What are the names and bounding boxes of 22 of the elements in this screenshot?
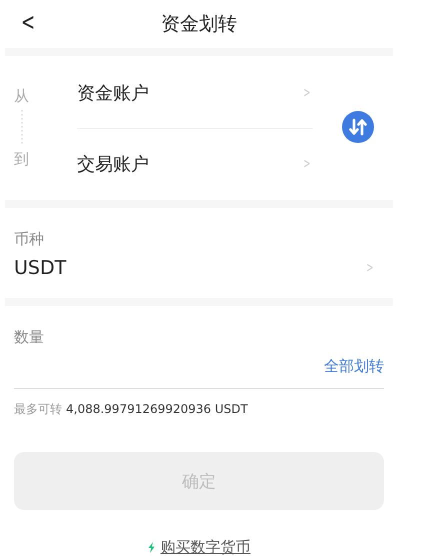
to-label: 到: [14, 150, 29, 169]
chevron-icon: >: [366, 260, 374, 276]
max-value: 4,088.99791269920936 USDT: [66, 402, 248, 416]
max-label: 最多可转: [14, 402, 62, 416]
chevron-icon: >: [304, 156, 311, 172]
buy-crypto-link[interactable]: 购买数字货币: [160, 538, 250, 557]
account-row[interactable]: 交易账户 >: [77, 128, 313, 198]
transfer-all-link[interactable]: 全部划转: [324, 357, 384, 376]
account-row[interactable]: 资金账户 >: [77, 58, 313, 128]
chevron-icon: >: [304, 84, 311, 100]
account-name: 交易账户: [77, 152, 149, 176]
from-label: 从: [14, 87, 29, 106]
currency-label: 币种: [14, 230, 45, 249]
back-button[interactable]: <: [21, 8, 36, 36]
swap-icon[interactable]: [342, 111, 374, 143]
currency-value: USDT: [14, 257, 66, 279]
amount-label: 数量: [14, 328, 45, 347]
account-name: 资金账户: [77, 82, 149, 104]
currency-selector[interactable]: USDT >: [14, 257, 384, 279]
page-title: 资金划转: [161, 12, 237, 37]
dotted-line-icon: [21, 110, 23, 146]
lightning-icon: [148, 542, 154, 553]
